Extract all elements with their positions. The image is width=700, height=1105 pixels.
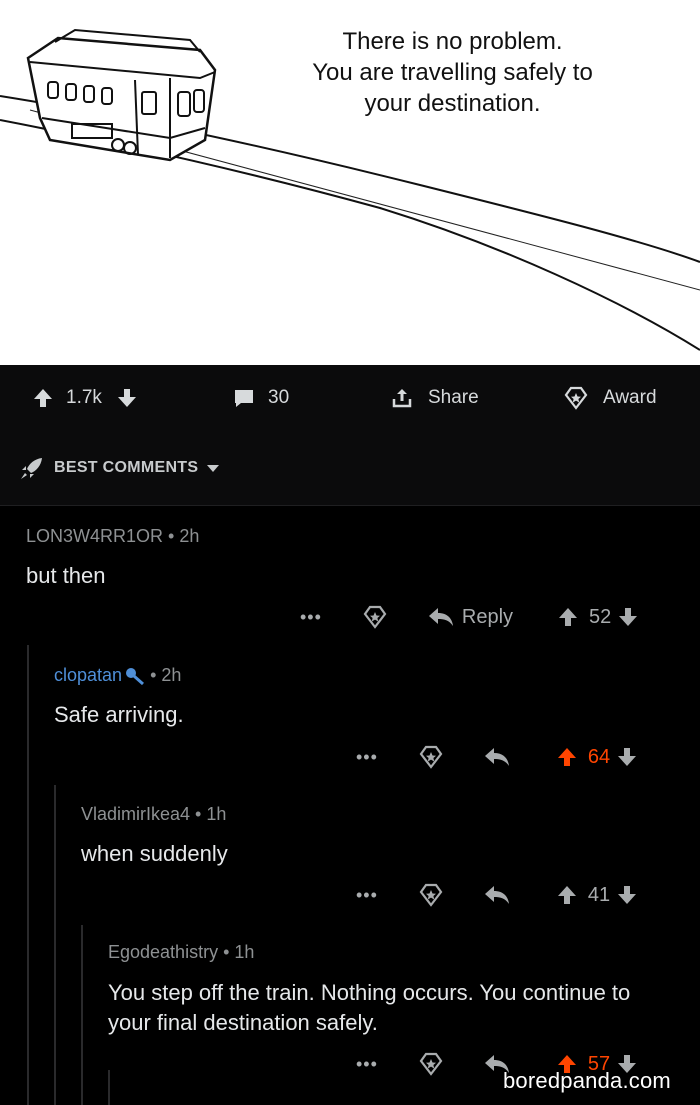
comment-score: 52 [589,605,612,628]
comment-body: You step off the train. Nothing occurs. … [108,980,631,1035]
award-icon [564,386,588,410]
rocket-icon [21,458,42,479]
comment-meta: LON3W4RR1OR • 2h [26,526,200,546]
sort-label: BEST COMMENTS [54,459,199,476]
comment-time: 1h [234,942,255,962]
meme-image: There is no problem. You are travelling … [0,0,700,365]
downvote-arrow-icon[interactable] [617,606,639,628]
microphone-flair-icon [126,667,145,685]
award-icon[interactable] [418,882,444,908]
comment-time: 2h [161,665,182,685]
upvote-arrow-icon[interactable] [556,884,578,906]
comment-count: 30 [268,387,290,408]
comment-actions: ••• Reply 52 [300,604,639,630]
comments-button[interactable]: 30 [232,386,289,410]
post-score: 1.7k [66,387,102,408]
award-label: Award [603,387,657,408]
share-button[interactable]: Share [390,386,479,410]
comment-body: when suddenly [81,841,228,866]
comment-bubble-icon [235,390,253,407]
more-options-icon[interactable]: ••• [300,607,322,628]
comment-body: but then [26,563,106,588]
comment-meta: VladimirIkea4 • 1h [81,804,227,824]
reply-label: Reply [461,605,514,628]
downvote-arrow-icon[interactable] [616,884,638,906]
more-options-icon[interactable]: ••• [356,1054,378,1075]
comment-meta: clopatan • 2h [54,665,182,686]
comment-sort-dropdown[interactable]: BEST COMMENTS [20,456,220,480]
comment-author[interactable]: clopatan [54,665,122,686]
comment-actions: ••• 41 [356,882,638,908]
comment-score: 64 [587,745,611,768]
divider [0,505,700,506]
meme-caption: There is no problem. You are travelling … [312,28,593,117]
thread-line [27,645,29,1105]
comment-time: 1h [206,804,227,824]
award-icon[interactable] [418,1051,444,1077]
comment-meta: Egodeathistry • 1h [108,942,255,962]
thread-line [108,1070,110,1105]
share-icon [392,389,412,408]
upvote-arrow-icon[interactable] [557,606,579,628]
upvote-arrow-icon[interactable] [556,746,578,768]
reply-arrow-icon[interactable] [484,746,510,768]
comment-body: Safe arriving. [54,702,184,727]
comment-author[interactable]: VladimirIkea4 [81,804,190,824]
downvote-arrow-icon[interactable] [116,387,138,409]
downvote-arrow-icon[interactable] [616,746,638,768]
thread-line [54,785,56,1105]
more-options-icon[interactable]: ••• [356,885,378,906]
reply-arrow-icon[interactable] [484,884,510,906]
award-button[interactable]: Award [563,386,657,410]
comment-author[interactable]: LON3W4RR1OR [26,526,163,546]
vote-group: 1.7k [32,386,138,410]
share-label: Share [428,387,479,408]
watermark: boredpanda.com [503,1068,671,1093]
chevron-down-icon [207,465,220,472]
reply-button[interactable]: Reply [428,606,513,629]
upvote-arrow-icon[interactable] [32,387,54,409]
comment-author[interactable]: Egodeathistry [108,942,218,962]
comment-time: 2h [179,526,200,546]
comment-actions: ••• 64 [356,744,638,770]
award-icon[interactable] [418,744,444,770]
comment-score: 41 [587,883,611,906]
award-icon[interactable] [362,604,388,630]
thread-line [81,925,83,1105]
reply-arrow-icon [428,608,453,626]
more-options-icon[interactable]: ••• [356,747,378,768]
